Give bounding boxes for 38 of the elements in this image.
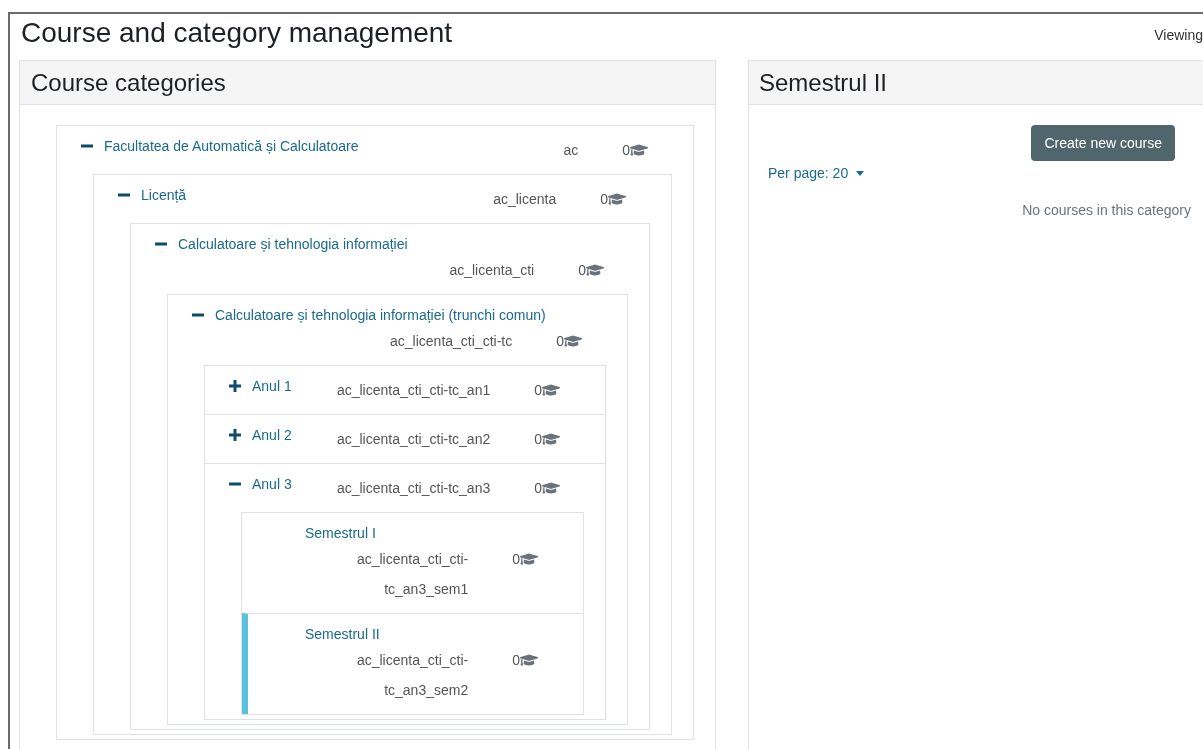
category-link[interactable]: Semestrul II bbox=[305, 623, 380, 645]
empty-message: No courses in this category bbox=[1022, 201, 1191, 220]
course-count: 0 bbox=[578, 261, 586, 280]
course-count: 0 bbox=[534, 381, 542, 400]
category-idnumber: ac_licenta_cti_cti-tc_an2 bbox=[335, 430, 491, 449]
category-link[interactable]: Anul 3 bbox=[252, 473, 292, 495]
category-link[interactable]: Anul 2 bbox=[252, 424, 292, 446]
category-idnumber: ac_licenta bbox=[492, 190, 557, 209]
category-link[interactable]: Facultatea de Automatică și Calculatoare bbox=[104, 135, 359, 157]
category-idnumber: ac_licenta_cti_cti-tc bbox=[389, 332, 513, 351]
viewing-label: Viewing bbox=[1154, 26, 1203, 45]
category-item[interactable]: Semestrul II ac_licenta_cti_cti-tc_an3_sem2 0 bbox=[242, 613, 583, 714]
category-link[interactable]: Semestrul I bbox=[305, 522, 376, 544]
category-item[interactable]: Anul 2 ac_licenta_cti_cti-tc_an2 0 bbox=[205, 414, 605, 463]
category-idnumber: ac bbox=[562, 141, 579, 160]
category-idnumber: ac_licenta_cti bbox=[448, 261, 535, 280]
category-idnumber: ac_licenta_cti_cti-tc_an3_sem2 bbox=[355, 651, 469, 700]
panel-title: Semestrul II bbox=[759, 67, 888, 98]
category-link[interactable]: Licență bbox=[141, 184, 187, 206]
category-item[interactable]: Semestrul I ac_licenta_cti_cti-tc_an3_sem1 0 bbox=[242, 513, 583, 613]
panel-title: Course categories bbox=[31, 67, 226, 98]
category-link[interactable]: Anul 1 bbox=[252, 375, 292, 397]
course-count: 0 bbox=[534, 479, 542, 498]
page-title: Course and category management bbox=[20, 16, 453, 50]
category-idnumber: ac_licenta_cti_cti-tc_an3_sem1 bbox=[355, 550, 469, 599]
category-link[interactable]: Calculatoare și tehnologia informației (trunchi comun) bbox=[215, 304, 546, 326]
category-item[interactable]: Anul 1 ac_licenta_cti_cti-tc_an1 0 bbox=[205, 366, 605, 414]
course-count: 0 bbox=[622, 141, 630, 160]
course-count: 0 bbox=[600, 190, 608, 209]
course-count: 0 bbox=[512, 651, 520, 670]
category-idnumber: ac_licenta_cti_cti-tc_an1 bbox=[335, 381, 491, 400]
per-page-dropdown[interactable]: Per page: 20 bbox=[768, 163, 865, 184]
category-link[interactable]: Calculatoare și tehnologia informației bbox=[178, 233, 408, 255]
course-count: 0 bbox=[512, 550, 520, 569]
course-count: 0 bbox=[556, 332, 564, 351]
course-count: 0 bbox=[534, 430, 542, 449]
create-course-button[interactable]: Create new course bbox=[1031, 125, 1175, 161]
category-idnumber: ac_licenta_cti_cti-tc_an3 bbox=[335, 479, 491, 498]
